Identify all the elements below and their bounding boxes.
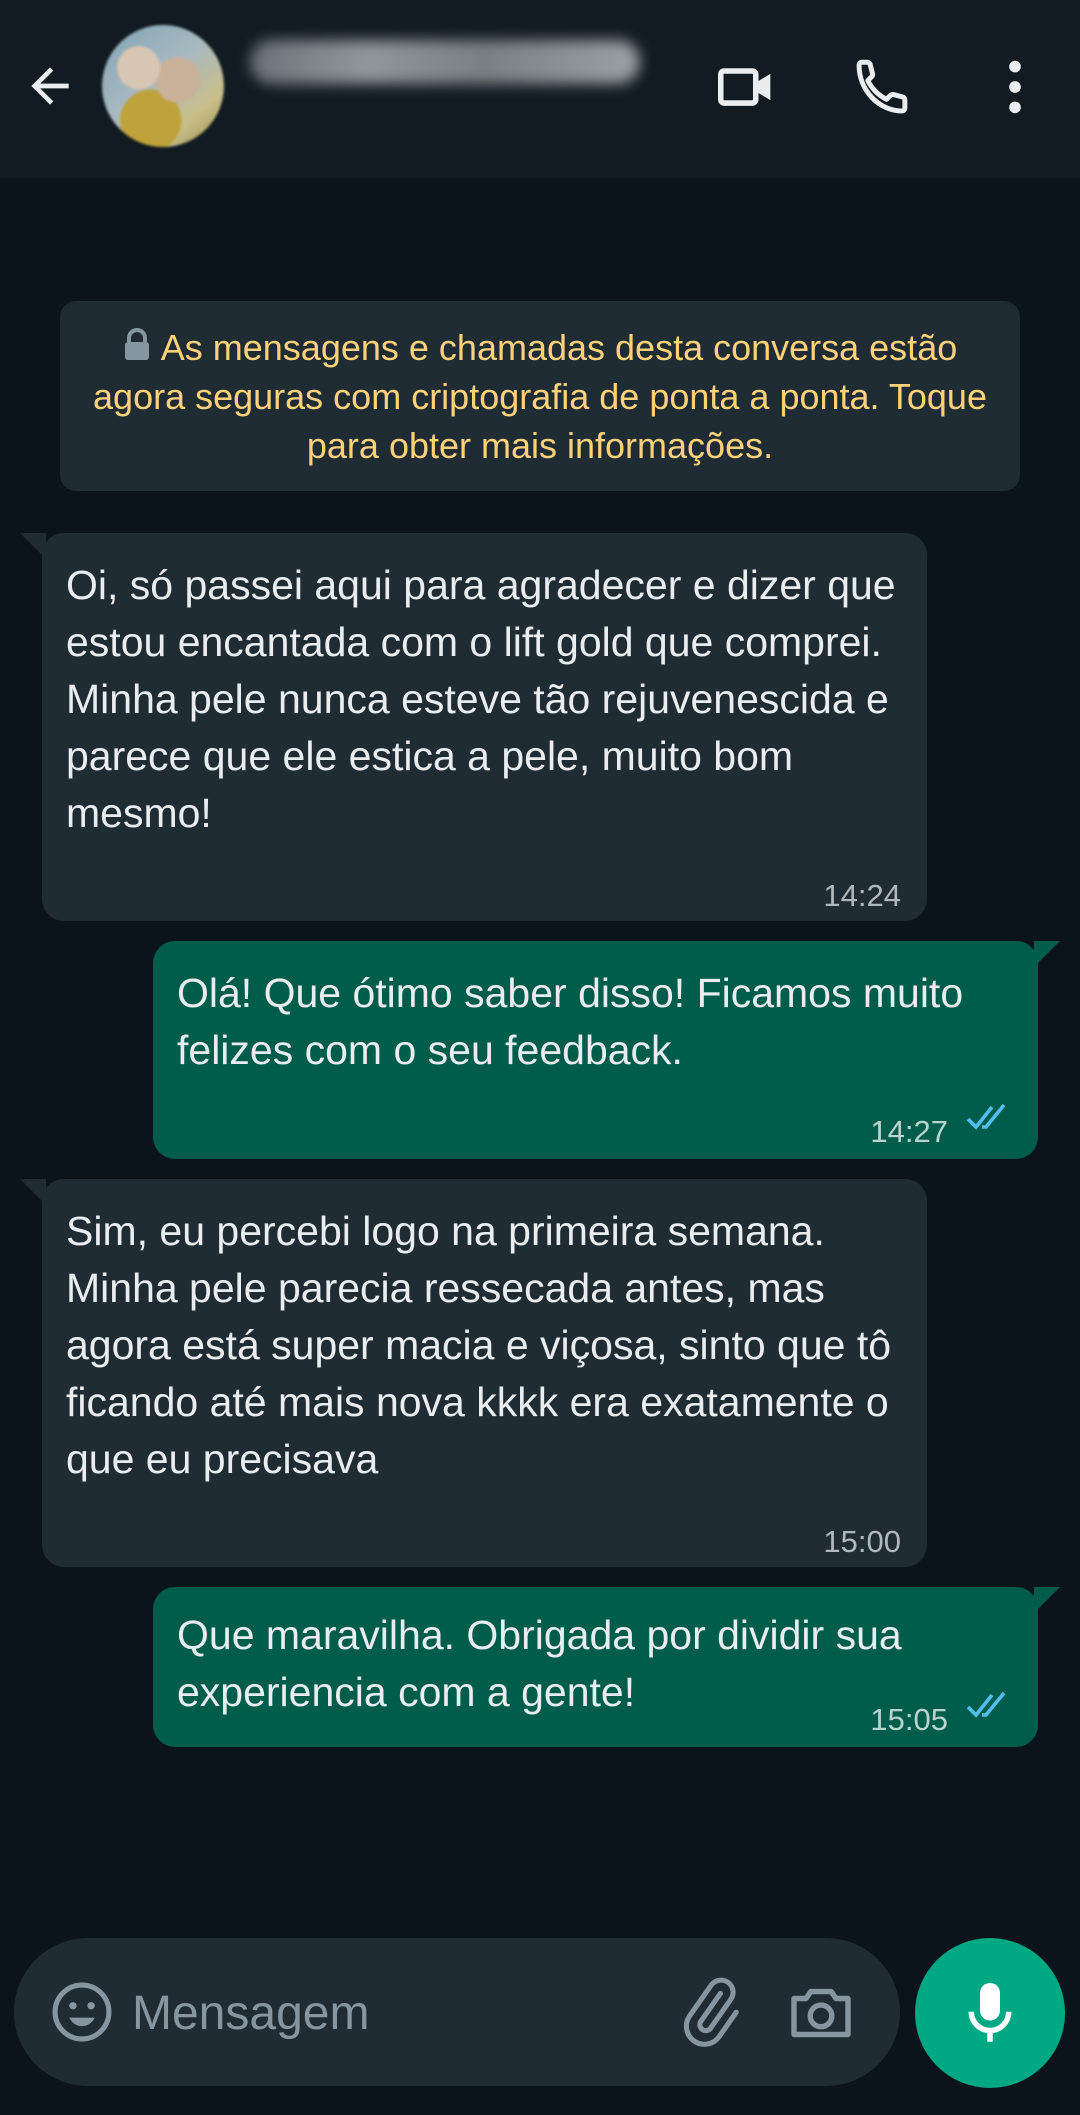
encryption-notice[interactable]: As mensagens e chamadas desta conversa e…	[60, 301, 1020, 491]
message-input[interactable]	[132, 1982, 652, 2044]
more-options-button[interactable]	[980, 52, 1050, 122]
double-check-read-icon	[966, 1103, 1006, 1130]
chat-header	[0, 0, 1080, 178]
arrow-left-icon	[31, 67, 69, 105]
videocam-icon	[717, 68, 771, 106]
phone-icon	[856, 59, 908, 114]
paperclip-icon	[683, 1977, 739, 2047]
contact-avatar[interactable]	[102, 25, 224, 147]
attach-button[interactable]	[674, 1976, 746, 2048]
message-composer	[14, 1938, 900, 2086]
outgoing-message[interactable]: Que maravilha. Obrigada por dividir sua …	[153, 1587, 1060, 1747]
incoming-message[interactable]: Sim, eu percebi logo na primeira semana.…	[20, 1179, 927, 1567]
encryption-notice-text: As mensagens e chamadas desta conversa e…	[93, 327, 987, 466]
message-text: Sim, eu percebi logo na primeira semana.…	[66, 1208, 892, 1482]
voice-call-button[interactable]	[848, 52, 918, 122]
double-check-read-icon	[966, 1691, 1006, 1718]
camera-button[interactable]	[784, 1976, 858, 2048]
message-text: Oi, só passei aqui para agradecer e dize…	[66, 562, 896, 836]
more-vert-icon	[1009, 60, 1021, 114]
mic-icon	[968, 1983, 1012, 2042]
message-text: Olá! Que ótimo saber disso! Ficamos muit…	[177, 970, 964, 1073]
message-time: 15:00	[823, 1524, 901, 1559]
emoji-button[interactable]	[48, 1978, 116, 2046]
lock-icon	[124, 328, 149, 360]
emoji-icon	[52, 1982, 112, 2042]
voice-message-button[interactable]	[915, 1938, 1065, 2088]
message-time: 15:05	[870, 1702, 948, 1737]
outgoing-message[interactable]: Olá! Que ótimo saber disso! Ficamos muit…	[153, 941, 1060, 1159]
message-time: 14:24	[823, 878, 901, 913]
message-time: 14:27	[870, 1114, 948, 1149]
contact-name-blurred[interactable]	[250, 40, 640, 84]
incoming-message[interactable]: Oi, só passei aqui para agradecer e dize…	[20, 533, 927, 921]
back-button[interactable]	[22, 58, 78, 114]
camera-icon	[791, 1988, 851, 2038]
video-call-button[interactable]	[712, 52, 782, 122]
